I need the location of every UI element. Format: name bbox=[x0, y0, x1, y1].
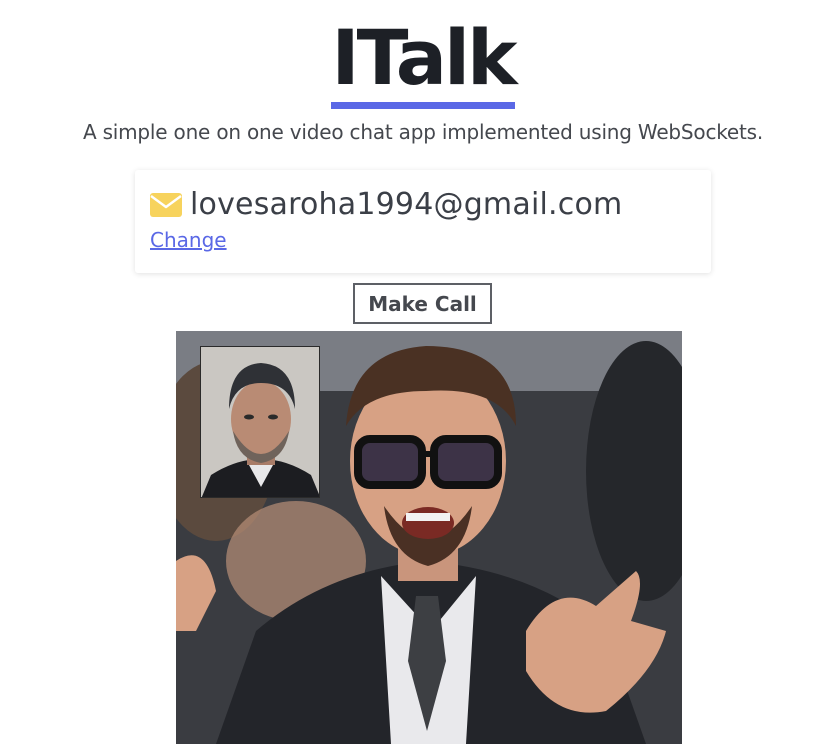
app-subtitle: A simple one on one video chat app imple… bbox=[82, 120, 764, 144]
local-video-frame bbox=[201, 347, 319, 497]
user-card: lovesaroha1994@gmail.com Change bbox=[135, 170, 711, 273]
app-title: ITalk bbox=[331, 14, 518, 109]
email-row: lovesaroha1994@gmail.com bbox=[150, 187, 622, 222]
envelope-icon bbox=[150, 192, 182, 217]
change-email-link[interactable]: Change bbox=[150, 228, 227, 252]
app-root: ITalk A simple one on one video chat app… bbox=[0, 0, 820, 744]
local-video bbox=[200, 346, 320, 498]
make-call-button[interactable]: Make Call bbox=[353, 283, 492, 324]
user-email: lovesaroha1994@gmail.com bbox=[190, 187, 623, 222]
header: ITalk bbox=[0, 14, 820, 109]
